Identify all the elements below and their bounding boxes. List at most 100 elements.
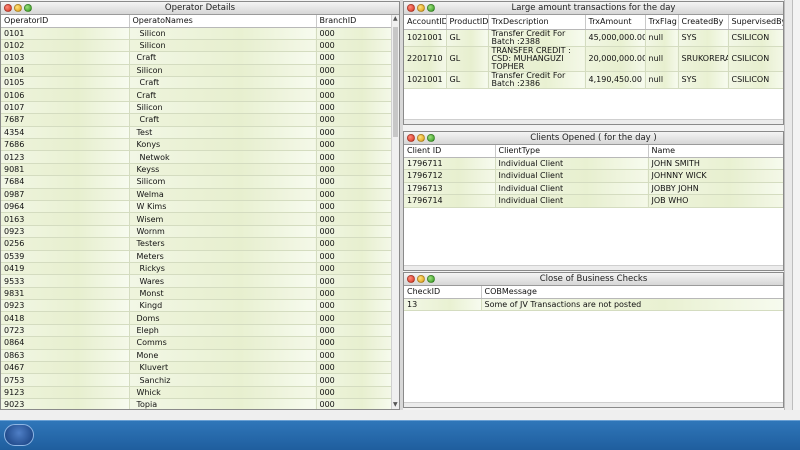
minimize-icon[interactable] xyxy=(417,275,425,283)
scroll-down-icon[interactable]: ▼ xyxy=(393,402,398,408)
table-row[interactable]: 1796713 Individual Client JOBBY JOHN xyxy=(404,182,783,195)
table-row[interactable]: 0863 Mone 000 xyxy=(1,349,394,363)
table-row[interactable]: 7686 Konys 000 xyxy=(1,138,394,152)
cell-trx-amount: 4,190,450.00 xyxy=(585,71,646,89)
table-row[interactable]: 1796712 Individual Client JOHNNY WICK xyxy=(404,169,783,183)
table-row[interactable]: 0419 Rickys 000 xyxy=(1,262,394,276)
start-button[interactable]: start xyxy=(4,424,34,446)
table-row[interactable]: 1796711 Individual Client JOHN SMITH xyxy=(404,157,783,170)
table-row[interactable]: 0105 Craft 000 xyxy=(1,76,394,90)
column-header-supervised-by[interactable]: SupervisedBy xyxy=(728,15,783,30)
table-row[interactable]: 4354 Test 000 xyxy=(1,126,394,140)
table-row[interactable]: 0467 Kluvert 000 xyxy=(1,361,394,375)
table-row[interactable]: 13 Some of JV Transactions are not posted xyxy=(404,298,783,311)
table-row[interactable]: 0163 Wisem 000 xyxy=(1,212,394,226)
scrollbar-thumb[interactable] xyxy=(393,27,398,137)
table-row[interactable]: 0123 Netwok 000 xyxy=(1,150,394,164)
column-header-branch-id[interactable]: BranchID xyxy=(316,15,394,28)
table-row[interactable]: 0923 Wornm 000 xyxy=(1,225,394,239)
cell-trx-flag: null xyxy=(645,71,679,89)
column-header-trx-amount[interactable]: TrxAmount xyxy=(585,15,646,30)
cell-operator-name: Eleph xyxy=(129,324,317,338)
panel-splitter[interactable] xyxy=(400,0,403,450)
cell-trx-flag: null xyxy=(645,46,679,72)
cell-operator-name: Silicon xyxy=(129,39,317,53)
column-header-operator-name[interactable]: OperatoNames xyxy=(129,15,317,28)
table-row[interactable]: 1021001 GL Transfer Credit For Batch :2386… xyxy=(404,71,783,89)
table-row[interactable]: 0987 Welma 000 xyxy=(1,188,394,201)
table-row[interactable]: 0923 Kingd 000 xyxy=(1,299,394,313)
table-row[interactable]: 0103 Craft 000 xyxy=(1,51,394,65)
column-header-created-by[interactable]: CreatedBy xyxy=(678,15,729,30)
table-row[interactable]: 0539 Meters 000 xyxy=(1,250,394,263)
cell-branch-id: 000 xyxy=(316,262,394,276)
table-row[interactable]: 0107 Silicon 000 xyxy=(1,101,394,115)
minimize-icon[interactable] xyxy=(417,4,425,12)
maximize-icon[interactable] xyxy=(427,4,435,12)
operator-panel-titlebar[interactable]: Operator Details xyxy=(1,2,399,15)
column-header-check-id[interactable]: CheckID xyxy=(404,286,482,299)
table-row[interactable]: 0256 Testers 000 xyxy=(1,237,394,251)
table-row[interactable]: 0101 Silicon 000 xyxy=(1,27,394,40)
minimize-icon[interactable] xyxy=(14,4,22,12)
column-header-client-id[interactable]: Client ID xyxy=(404,145,496,158)
right-scroll-rail[interactable] xyxy=(784,0,793,450)
close-icon[interactable] xyxy=(407,275,415,283)
cob-titlebar[interactable]: Close of Business Checks xyxy=(404,273,783,286)
table-row[interactable]: 7687 Craft 000 xyxy=(1,113,394,127)
cell-branch-id: 000 xyxy=(316,39,394,53)
maximize-icon[interactable] xyxy=(24,4,32,12)
column-header-trx-description[interactable]: TrxDescription xyxy=(488,15,586,30)
column-header-trx-flag[interactable]: TrxFlag xyxy=(645,15,679,30)
table-header-row: OperatorID OperatoNames BranchID xyxy=(1,15,394,28)
cell-operator-name: Netwok xyxy=(129,150,317,164)
cell-branch-id: 000 xyxy=(316,361,394,375)
close-icon[interactable] xyxy=(407,134,415,142)
large-txn-titlebar[interactable]: Large amount transactions for the day xyxy=(404,2,783,15)
panel-title: Clients Opened ( for the day ) xyxy=(530,133,657,143)
table-row[interactable]: 0102 Silicon 000 xyxy=(1,39,394,53)
table-row[interactable]: 0864 Comms 000 xyxy=(1,336,394,350)
table-header-row: AccountID ProductID TrxDescription TrxAmoun… xyxy=(404,15,783,30)
table-row[interactable]: 2201710 GL TRANSFER CREDIT : CSD: MUHANGUZ… xyxy=(404,46,783,72)
close-icon[interactable] xyxy=(407,4,415,12)
clients-titlebar[interactable]: Clients Opened ( for the day ) xyxy=(404,132,783,145)
table-row[interactable]: 0753 Sanchiz 000 xyxy=(1,373,394,387)
table-row[interactable]: 0723 Eleph 000 xyxy=(1,324,394,338)
table-row[interactable]: 1021001 GL Transfer Credit For Batch :2388… xyxy=(404,29,783,47)
minimize-icon[interactable] xyxy=(417,134,425,142)
cell-operator-id: 9533 xyxy=(1,274,130,288)
column-header-client-type[interactable]: ClientType xyxy=(495,145,649,158)
table-row[interactable]: 9023 Topia 000 xyxy=(1,398,394,409)
table-row[interactable]: 9831 Monst 000 xyxy=(1,287,394,301)
resize-grip[interactable] xyxy=(404,119,783,124)
scroll-up-icon[interactable]: ▲ xyxy=(393,16,398,22)
cell-branch-id: 000 xyxy=(316,250,394,263)
table-row[interactable]: 1796714 Individual Client JOB WHO xyxy=(404,194,783,208)
close-icon[interactable] xyxy=(4,4,12,12)
resize-grip[interactable] xyxy=(404,265,783,270)
table-row[interactable]: 9081 Keyss 000 xyxy=(1,163,394,177)
cell-operator-id: 0964 xyxy=(1,200,130,214)
large-transactions-panel: Large amount transactions for the day Ac… xyxy=(403,1,784,125)
maximize-icon[interactable] xyxy=(427,134,435,142)
cell-operator-name: Monst xyxy=(129,287,317,301)
column-header-account-id[interactable]: AccountID xyxy=(404,15,447,30)
table-row[interactable]: 0106 Craft 000 xyxy=(1,88,394,102)
table-row[interactable]: 9123 Whick 000 xyxy=(1,386,394,400)
table-row[interactable]: 0964 W Kims 000 xyxy=(1,200,394,214)
column-header-client-name[interactable]: Name xyxy=(648,145,783,158)
resize-grip[interactable] xyxy=(404,402,783,407)
status-strip xyxy=(0,410,800,420)
cell-operator-id: 7684 xyxy=(1,175,130,189)
table-row[interactable]: 7684 Silicom 000 xyxy=(1,175,394,189)
column-header-product-id[interactable]: ProductID xyxy=(446,15,489,30)
vertical-scrollbar[interactable]: ▲ ▼ xyxy=(391,15,399,409)
table-row[interactable]: 9533 Wares 000 xyxy=(1,274,394,288)
maximize-icon[interactable] xyxy=(427,275,435,283)
table-header-row: Client ID ClientType Name xyxy=(404,145,783,158)
table-row[interactable]: 0104 Silicon 000 xyxy=(1,64,394,78)
table-row[interactable]: 0418 Doms 000 xyxy=(1,311,394,325)
column-header-operator-id[interactable]: OperatorID xyxy=(1,15,130,28)
column-header-cob-message[interactable]: COBMessage xyxy=(481,286,783,299)
